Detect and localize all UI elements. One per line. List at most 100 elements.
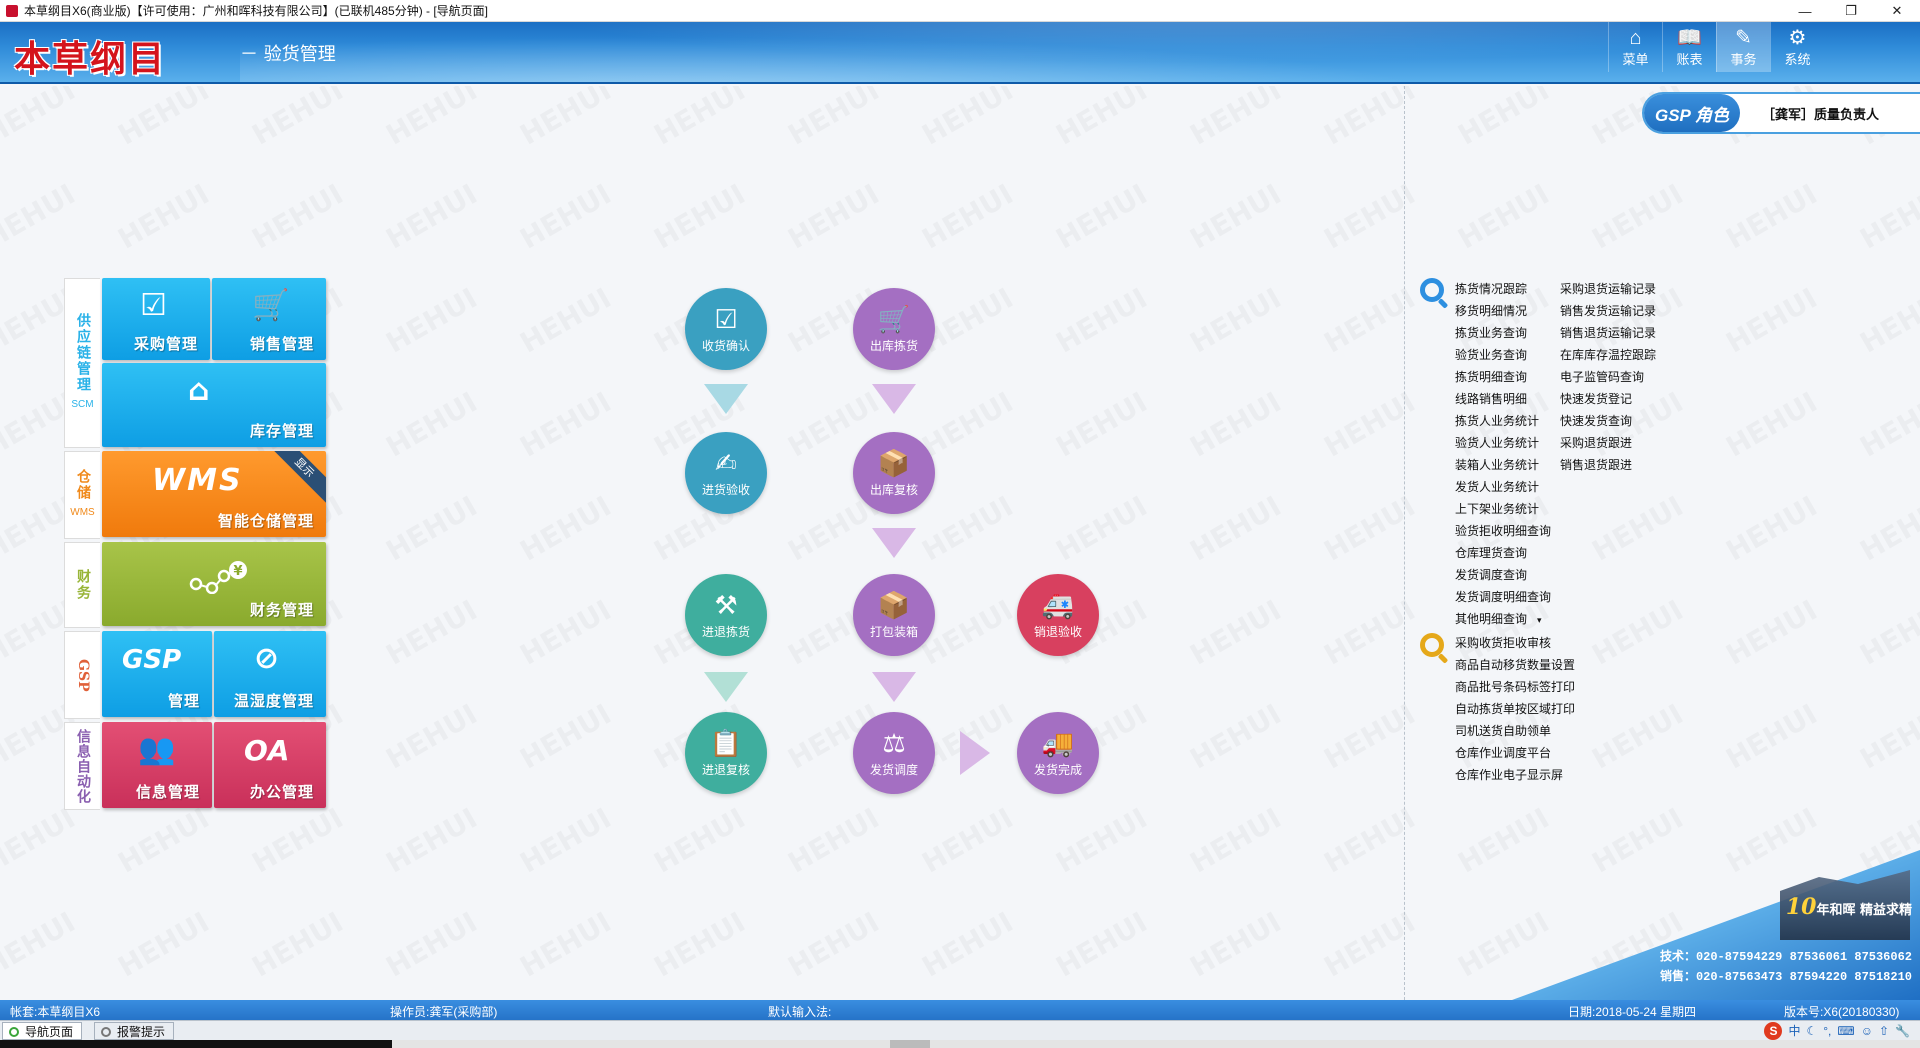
restore-button[interactable]: ❐ [1828, 0, 1874, 22]
query-link[interactable]: 快速发货查询 [1560, 410, 1656, 432]
query-link[interactable]: 销售退货跟进 [1560, 454, 1656, 476]
query-link[interactable]: 上下架业务统计 [1455, 498, 1551, 520]
truck-return-icon: 🚑 [1041, 590, 1075, 621]
flow-arrow-right [960, 731, 990, 775]
watermark-text: HEHUI [1184, 177, 1286, 255]
flow-arrow-down [704, 384, 748, 414]
flow-arrow-down [872, 672, 916, 702]
nav-menu-button[interactable]: ⌂ 菜单 [1608, 22, 1662, 72]
skin-icon[interactable]: ⇧ [1879, 1022, 1889, 1040]
flow-return-review[interactable]: 📋 进退复核 [685, 712, 767, 794]
watermark-text: HEHUI [1184, 905, 1286, 983]
inventory-tile[interactable]: ⌂ 库存管理 [102, 363, 326, 447]
moon-icon[interactable]: ☾ [1806, 1022, 1817, 1040]
query-link[interactable]: 在库库存温控跟踪 [1560, 344, 1656, 366]
watermark-text: HEHUI [1050, 385, 1152, 463]
query-link[interactable]: 拣货明细查询 [1455, 366, 1551, 388]
tab-alarm-hints[interactable]: 报警提示 [94, 1022, 175, 1040]
query-link[interactable]: 验货业务查询 [1455, 344, 1551, 366]
query-link[interactable]: 移货明细情况 [1455, 300, 1551, 322]
query-link[interactable]: 电子监管码查询 [1560, 366, 1656, 388]
flow-arrow-down [872, 528, 916, 558]
tab-navigation-page[interactable]: 导航页面 [2, 1022, 83, 1040]
watermark-text: HEHUI [380, 801, 482, 879]
query-link[interactable]: 线路销售明细 [1455, 388, 1551, 410]
query-link[interactable]: 装箱人业务统计 [1455, 454, 1551, 476]
page-tabs: 导航页面 报警提示 S 中 ☾ °, ⌨ ☺ ⇧ 🔧 [0, 1020, 1920, 1040]
users-icon: 👥 [138, 732, 176, 767]
watermark-text: HEHUI [1452, 86, 1554, 152]
query-link[interactable]: 采购退货运输记录 [1560, 278, 1656, 300]
flow-out-pick[interactable]: 🛒 出库拣货 [853, 288, 935, 370]
chevron-down-icon[interactable]: ▾ [1537, 615, 1542, 625]
tool-links: 采购收货拒收审核 商品自动移货数量设置 商品批号条码标签打印 自动拣货单按区域打印 司机… [1455, 632, 1575, 786]
tool-link[interactable]: 商品批号条码标签打印 [1455, 676, 1575, 698]
tile-label: 销售管理 [249, 335, 314, 353]
edit-icon: ✎ [1735, 26, 1752, 49]
tool-link[interactable]: 自动拣货单按区域打印 [1455, 698, 1575, 720]
query-link[interactable]: 发货人业务统计 [1455, 476, 1551, 498]
tool-link[interactable]: 仓库作业电子显示屏 [1455, 764, 1575, 786]
user-icon[interactable]: ☺ [1861, 1022, 1873, 1040]
tool-link[interactable]: 采购收货拒收审核 [1455, 632, 1575, 654]
nav-system-button[interactable]: ⚙ 系统 [1770, 22, 1824, 72]
office-manage-tile[interactable]: OA 办公管理 [214, 722, 326, 808]
query-link[interactable]: 采购退货跟进 [1560, 432, 1656, 454]
nav-affairs-button[interactable]: ✎ 事务 [1716, 22, 1770, 72]
query-link[interactable]: 拣货业务查询 [1455, 322, 1551, 344]
query-link[interactable]: 验货人业务统计 [1455, 432, 1551, 454]
minimize-button[interactable]: — [1782, 0, 1828, 22]
ime-language[interactable]: 中 [1788, 1022, 1800, 1040]
wrench-icon[interactable]: 🔧 [1895, 1022, 1910, 1040]
flow-receive-confirm[interactable]: ☑ 收货确认 [685, 288, 767, 370]
query-link[interactable]: 发货调度明细查询 [1455, 586, 1551, 608]
status-version: 版本号:X6(20180330) [1784, 1005, 1900, 1019]
sales-tile[interactable]: 🛒 销售管理 [212, 278, 326, 360]
keyboard-icon[interactable]: ⌨ [1837, 1022, 1854, 1040]
watermark-text: HEHUI [1720, 177, 1822, 255]
query-link[interactable]: 仓库理货查询 [1455, 542, 1551, 564]
query-link[interactable]: 其他明细查询 ▾ [1455, 608, 1551, 630]
tool-link[interactable]: 仓库作业调度平台 [1455, 742, 1575, 764]
gsp-role-panel: GSP 角色 ［龚军］质量负责人 [1642, 92, 1920, 134]
gsp-group-label: GSP [64, 631, 100, 719]
flow-return-pick[interactable]: ⚒ 进退拣货 [685, 574, 767, 656]
close-button[interactable]: ✕ [1874, 0, 1920, 22]
tool-link[interactable]: 司机送货自助领单 [1455, 720, 1575, 742]
watermark-text: HEHUI [1854, 697, 1920, 775]
query-link[interactable]: 快速发货登记 [1560, 388, 1656, 410]
nav-reports-button[interactable]: 📖 账表 [1662, 22, 1716, 72]
sogou-icon[interactable]: S [1764, 1022, 1783, 1040]
watermark-text: HEHUI [1318, 489, 1420, 567]
flow-shipped[interactable]: 🚚 发货完成 [1017, 712, 1099, 794]
tile-label: 库存管理 [249, 422, 314, 440]
status-bar: 帐套:本草纲目X6 操作员:龚军(采购部) 默认输入法: 日期:2018-05-… [0, 1000, 1920, 1020]
flow-arrow-down [872, 384, 916, 414]
purchase-tile[interactable]: ☑ 采购管理 [102, 278, 210, 360]
tool-link[interactable]: 商品自动移货数量设置 [1455, 654, 1575, 676]
flow-dispatch[interactable]: ⚖ 发货调度 [853, 712, 935, 794]
flow-pack[interactable]: 📦 打包装箱 [853, 574, 935, 656]
gsp-logo: GSP [122, 645, 182, 675]
query-link[interactable]: 发货调度查询 [1455, 564, 1551, 586]
query-link[interactable]: 销售退货运输记录 [1560, 322, 1656, 344]
ime-toolbar[interactable]: S 中 ☾ °, ⌨ ☺ ⇧ 🔧 [1764, 1022, 1910, 1040]
query-link[interactable]: 拣货人业务统计 [1455, 410, 1551, 432]
check-box-icon: ☑ [714, 304, 738, 335]
query-link[interactable]: 销售发货运输记录 [1560, 300, 1656, 322]
punctuation-icon[interactable]: °, [1823, 1022, 1831, 1040]
flow-stock-check[interactable]: ✍ 进货验收 [685, 432, 767, 514]
watermark-text: HEHUI [0, 177, 81, 255]
wms-tile[interactable]: WMS 显示 智能仓储管理 [102, 451, 326, 537]
query-link[interactable]: 验货拒收明细查询 [1455, 520, 1551, 542]
gsp-role-badge: GSP 角色 [1644, 94, 1740, 132]
info-manage-tile[interactable]: 👥 信息管理 [102, 722, 212, 808]
watermark-text: HEHUI [916, 385, 1018, 463]
flow-out-review[interactable]: 📦 出库复核 [853, 432, 935, 514]
flow-sales-return-check[interactable]: 🚑 销退验收 [1017, 574, 1099, 656]
finance-tile[interactable]: ¥ 财务管理 [102, 542, 326, 626]
temp-humidity-tile[interactable]: ⊘ 温湿度管理 [214, 631, 326, 717]
gsp-manage-tile[interactable]: GSP 管理 [102, 631, 212, 717]
watermark-text: HEHUI [1854, 385, 1920, 463]
query-link[interactable]: 拣货情况跟踪 [1455, 278, 1551, 300]
